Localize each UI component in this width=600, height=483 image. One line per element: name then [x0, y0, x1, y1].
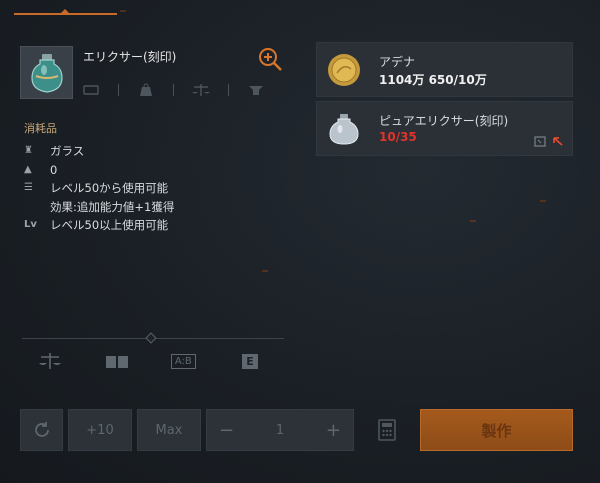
item-thumbnail: [20, 46, 73, 99]
material-slot-pure-elixir[interactable]: ピュアエリクサー(刻印) 10/35: [316, 101, 573, 156]
stat-separator: [118, 84, 119, 96]
quantity-stepper[interactable]: − 1 +: [206, 409, 354, 451]
property-text: ガラス: [50, 144, 85, 158]
material-slot-adena[interactable]: アデナ 1104万 650/10万: [316, 42, 573, 97]
plus-ten-button[interactable]: +10: [68, 409, 132, 451]
zoom-in-icon[interactable]: [257, 46, 283, 72]
property-text: レベル50から使用可能: [50, 181, 169, 195]
anvil-icon: [243, 82, 269, 98]
list-icon: ☰: [24, 182, 33, 193]
enchant-tab-label: E: [242, 353, 258, 369]
property-text: レベル50以上使用可能: [50, 218, 169, 232]
material-name: ピュアエリクサー(刻印): [379, 114, 509, 128]
item-category: 消耗品: [24, 122, 57, 135]
compare-tab-label: A:B: [170, 353, 196, 369]
scale-tab-icon[interactable]: [30, 350, 70, 372]
max-button[interactable]: Max: [137, 409, 201, 451]
level-icon: Lv: [24, 219, 37, 230]
max-label: Max: [155, 422, 183, 438]
material-amount: 1104万 650/10万: [379, 73, 487, 87]
weight-icon: ▲: [24, 163, 32, 175]
ember-decor: [262, 270, 268, 272]
property-row: Lv レベル50以上使用可能: [24, 216, 174, 235]
book-tab-icon[interactable]: [97, 350, 137, 372]
scroll-icon: [78, 82, 104, 98]
property-row: ▲ 0: [24, 161, 174, 180]
stat-separator: [228, 84, 229, 96]
property-text: 効果:追加能力値+1獲得: [50, 199, 175, 214]
property-row: 効果:追加能力値+1獲得: [24, 198, 174, 217]
pure-elixir-icon: [329, 114, 359, 145]
map-location-icon[interactable]: [534, 136, 546, 147]
property-text: 0: [50, 162, 58, 177]
bag-icon: [133, 82, 159, 98]
plus-ten-label: +10: [86, 422, 114, 438]
decrement-button[interactable]: −: [219, 420, 234, 441]
material-name: アデナ: [379, 55, 416, 69]
material-amount-short: 10/35: [379, 130, 417, 144]
material-icon: ♜: [24, 145, 33, 156]
ember-decor: [470, 220, 476, 222]
craft-button[interactable]: 製作: [420, 409, 573, 451]
refresh-icon: [34, 422, 49, 437]
stat-separator: [173, 84, 174, 96]
adena-coin-icon: [328, 54, 360, 86]
item-name: エリクサー(刻印): [83, 50, 177, 64]
property-row: ♜ ガラス: [24, 142, 174, 161]
item-stat-icons: [78, 80, 288, 100]
item-properties: ♜ ガラス ▲ 0 ☰ レベル50から使用可能 効果:追加能力値+1獲得 Lv …: [24, 142, 174, 235]
scale-icon: [188, 82, 214, 98]
ember-decor: [120, 10, 126, 12]
elixir-bottle-icon: [30, 53, 63, 93]
detail-tabs: A:B E: [30, 350, 270, 372]
property-row: ☰ レベル50から使用可能: [24, 179, 174, 198]
goto-arrow-icon[interactable]: [552, 136, 564, 147]
increment-button[interactable]: +: [326, 420, 341, 441]
calculator-icon[interactable]: [375, 418, 399, 442]
enchant-tab-icon[interactable]: E: [230, 350, 270, 372]
ember-decor: [540, 200, 546, 202]
compare-tab-icon[interactable]: A:B: [163, 350, 203, 372]
craft-label: 製作: [481, 421, 512, 440]
active-tab-caret: [60, 9, 70, 14]
material-actions: [534, 136, 564, 147]
reset-button[interactable]: [20, 409, 63, 451]
quantity-value[interactable]: 1: [276, 423, 284, 438]
